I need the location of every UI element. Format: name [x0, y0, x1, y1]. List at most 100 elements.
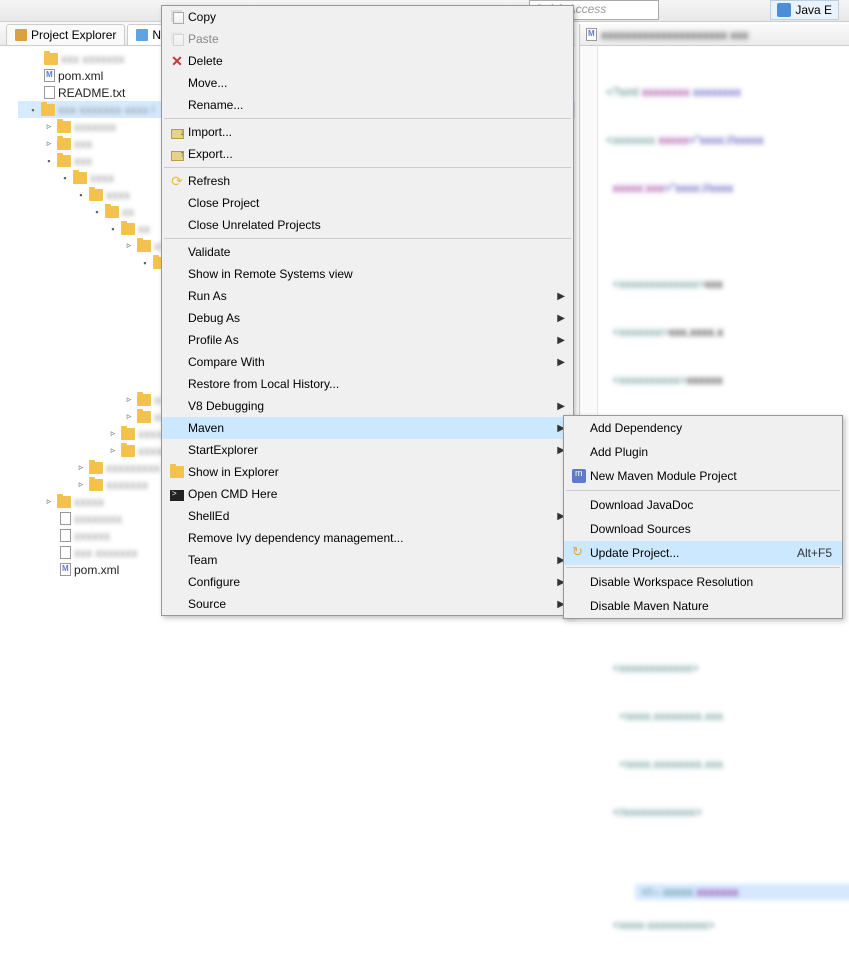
menu-label: Copy [188, 10, 553, 24]
tree-label: xx [138, 222, 150, 236]
menu-label: Add Plugin [590, 445, 832, 459]
expander-icon[interactable]: ▹ [44, 121, 54, 132]
tree-label: xxx [74, 154, 92, 168]
context-menu: Copy Paste ✕Delete Move... Rename... Imp… [161, 5, 574, 616]
submenu-add-plugin[interactable]: Add Plugin [564, 440, 842, 464]
menu-shelled[interactable]: ShellEd▶ [162, 505, 573, 527]
menu-label: Configure [188, 575, 553, 589]
menu-close-unrelated[interactable]: Close Unrelated Projects [162, 214, 573, 236]
menu-label: Open CMD Here [188, 487, 553, 501]
submenu-download-sources[interactable]: Download Sources [564, 517, 842, 541]
menu-paste[interactable]: Paste [162, 28, 573, 50]
expander-icon[interactable]: ▹ [124, 394, 134, 405]
menu-separator [164, 118, 571, 119]
submenu-arrow-icon: ▶ [557, 357, 565, 368]
tree-label: xxxxxxx [106, 478, 148, 492]
submenu-add-dependency[interactable]: Add Dependency [564, 416, 842, 440]
tree-label: xxxxxx [74, 529, 110, 543]
menu-debug-as[interactable]: Debug As▶ [162, 307, 573, 329]
expander-icon[interactable]: ▹ [44, 138, 54, 149]
menu-separator [164, 167, 571, 168]
menu-label: New Maven Module Project [590, 469, 832, 483]
menu-close-project[interactable]: Close Project [162, 192, 573, 214]
submenu-update-project[interactable]: Update Project... Alt+F5 [564, 541, 842, 565]
menu-label: Download Sources [590, 522, 832, 536]
menu-move[interactable]: Move... [162, 72, 573, 94]
menu-import[interactable]: Import... [162, 121, 573, 143]
project-explorer-icon [15, 29, 27, 41]
java-perspective-button[interactable]: Java E [770, 0, 839, 20]
menu-run-as[interactable]: Run As▶ [162, 285, 573, 307]
menu-shortcut: Alt+F5 [797, 546, 832, 560]
maven-icon [572, 469, 586, 483]
menu-remote-systems[interactable]: Show in Remote Systems view [162, 263, 573, 285]
menu-refresh[interactable]: ⟳Refresh [162, 170, 573, 192]
expander-icon[interactable]: ▪ [92, 207, 102, 217]
expander-icon[interactable]: ▹ [108, 445, 118, 456]
expander-icon[interactable]: ▪ [108, 224, 118, 234]
menu-export[interactable]: Export... [162, 143, 573, 165]
tab-project-explorer[interactable]: Project Explorer [6, 24, 125, 45]
menu-separator [566, 567, 840, 568]
expander-icon[interactable]: ▹ [44, 496, 54, 507]
expander-icon[interactable]: ▹ [124, 240, 134, 251]
expander-icon[interactable]: ▹ [124, 411, 134, 422]
file-icon [60, 546, 71, 559]
menu-rename[interactable]: Rename... [162, 94, 573, 116]
editor-filename: xxxxxxxxxxxxxxxxxxxxx xxx [601, 28, 748, 42]
menu-label: Close Unrelated Projects [188, 218, 553, 232]
export-icon [171, 151, 184, 161]
menu-label: StartExplorer [188, 443, 553, 457]
submenu-arrow-icon: ▶ [557, 401, 565, 412]
editor-tab[interactable]: xxxxxxxxxxxxxxxxxxxxx xxx [580, 24, 849, 46]
menu-show-in-explorer[interactable]: Show in Explorer [162, 461, 573, 483]
menu-label: Show in Remote Systems view [188, 267, 553, 281]
expander-icon[interactable]: ▪ [44, 156, 54, 166]
expander-icon[interactable]: ▹ [76, 479, 86, 490]
folder-icon [89, 479, 103, 491]
menu-open-cmd[interactable]: Open CMD Here [162, 483, 573, 505]
submenu-download-javadoc[interactable]: Download JavaDoc [564, 493, 842, 517]
submenu-new-module[interactable]: New Maven Module Project [564, 464, 842, 488]
menu-profile-as[interactable]: Profile As▶ [162, 329, 573, 351]
expander-icon[interactable]: ▪ [76, 190, 86, 200]
submenu-disable-workspace[interactable]: Disable Workspace Resolution [564, 570, 842, 594]
folder-icon [121, 428, 135, 440]
expander-icon[interactable]: ▹ [76, 462, 86, 473]
tree-label: xxx xxxxxxx xxxx l [58, 103, 155, 117]
menu-separator [566, 490, 840, 491]
menu-configure[interactable]: Configure▶ [162, 571, 573, 593]
refresh-icon: ⟳ [171, 173, 183, 190]
menu-label: Show in Explorer [188, 465, 553, 479]
menu-label: Update Project... [590, 546, 785, 560]
menu-delete[interactable]: ✕Delete [162, 50, 573, 72]
folder-icon [105, 206, 119, 218]
menu-copy[interactable]: Copy [162, 6, 573, 28]
java-perspective-label: Java E [795, 3, 832, 17]
menu-maven[interactable]: Maven▶ [162, 417, 573, 439]
navigator-icon [136, 29, 148, 41]
expander-icon[interactable]: ▪ [28, 105, 38, 115]
expander-icon[interactable]: ▪ [140, 258, 150, 268]
menu-compare-with[interactable]: Compare With▶ [162, 351, 573, 373]
menu-v8-debugging[interactable]: V8 Debugging▶ [162, 395, 573, 417]
tree-label: xxx xxxxxxx [74, 546, 137, 560]
submenu-disable-nature[interactable]: Disable Maven Nature [564, 594, 842, 618]
menu-validate[interactable]: Validate [162, 241, 573, 263]
menu-label: Debug As [188, 311, 553, 325]
menu-label: Remove Ivy dependency management... [188, 531, 553, 545]
tree-label: xxxxx [74, 495, 104, 509]
menu-label: Export... [188, 147, 553, 161]
expander-icon[interactable]: ▪ [60, 173, 70, 183]
folder-icon [73, 172, 87, 184]
menu-label: Close Project [188, 196, 553, 210]
menu-restore-history[interactable]: Restore from Local History... [162, 373, 573, 395]
menu-label: Source [188, 597, 553, 611]
menu-label: Import... [188, 125, 553, 139]
expander-icon[interactable]: ▹ [108, 428, 118, 439]
menu-team[interactable]: Team▶ [162, 549, 573, 571]
menu-source[interactable]: Source▶ [162, 593, 573, 615]
menu-label: Rename... [188, 98, 553, 112]
menu-remove-ivy[interactable]: Remove Ivy dependency management... [162, 527, 573, 549]
menu-start-explorer[interactable]: StartExplorer▶ [162, 439, 573, 461]
